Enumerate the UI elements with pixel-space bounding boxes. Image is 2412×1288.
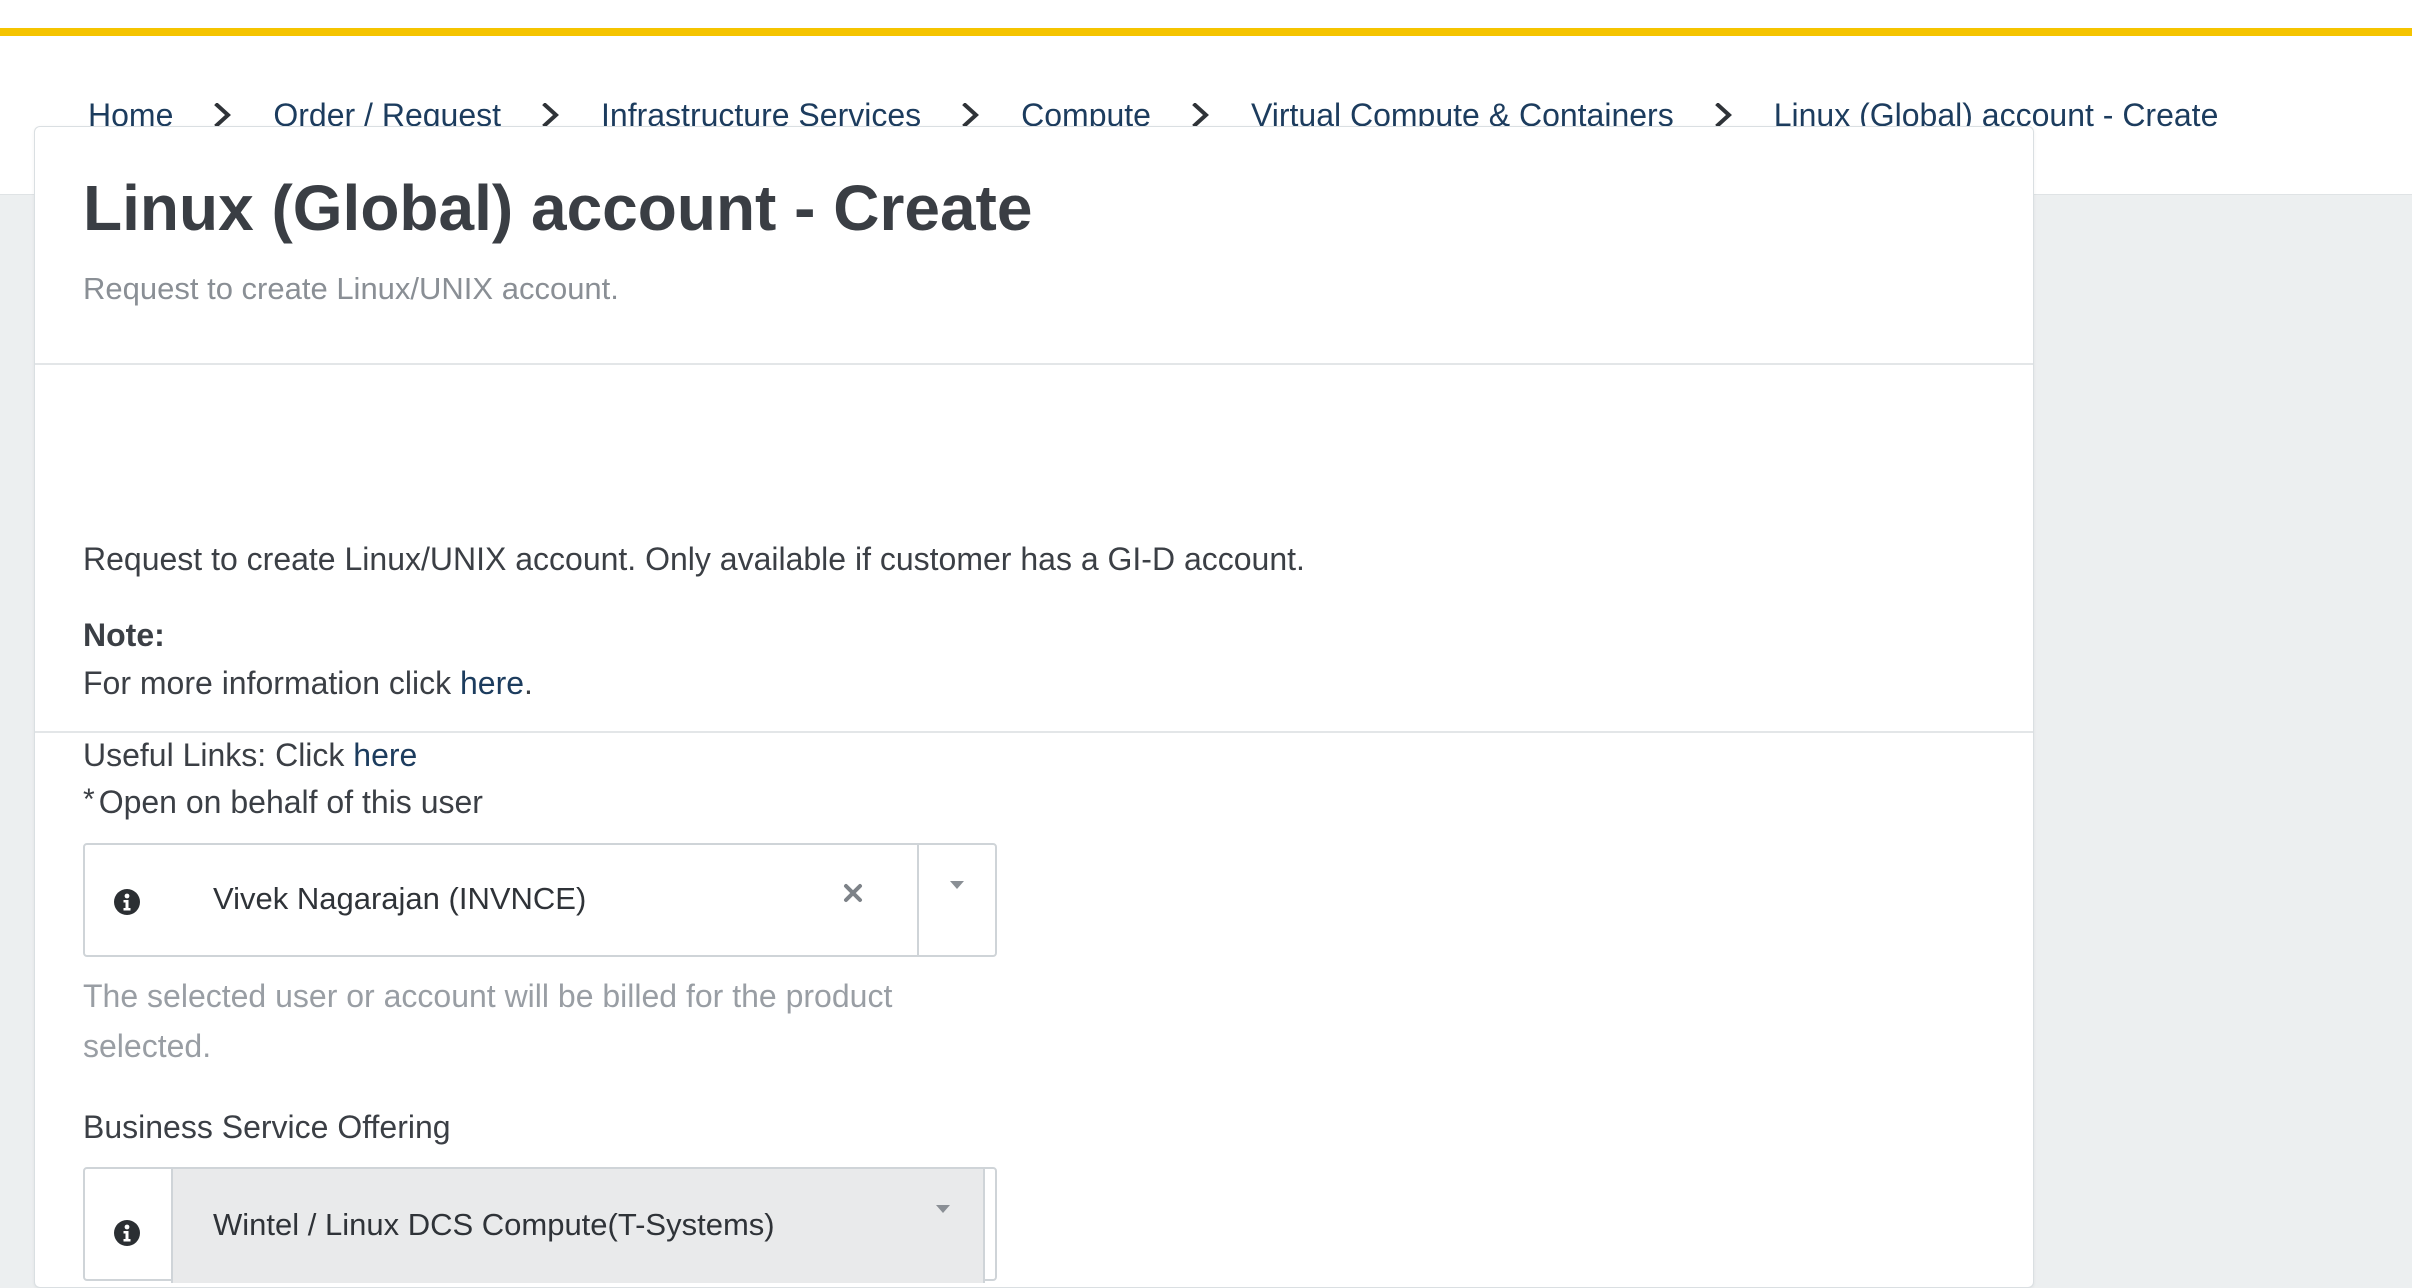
note-label: Note: [83,617,165,653]
business-service-field[interactable]: Wintel / Linux DCS Compute(T-Systems) [171,1169,985,1283]
close-icon[interactable] [833,873,873,913]
business-service-label: Business Service Offering [83,1109,451,1145]
info-icon [114,889,140,915]
behalf-label-text: Open on behalf of this user [98,784,483,820]
behalf-user-select[interactable]: Vivek Nagarajan (INVNCE) [83,843,997,957]
request-card: Linux (Global) account - Create Request … [34,126,2034,1288]
accent-bar [0,28,2412,36]
caret-down-icon[interactable] [903,1169,983,1249]
more-info-link[interactable]: here [460,665,524,701]
useful-links-link[interactable]: here [353,737,417,773]
description-text: Request to create Linux/UNIX account. On… [83,541,1305,577]
card-header: Linux (Global) account - Create Request … [35,127,2033,365]
behalf-user-value: Vivek Nagarajan (INVNCE) [213,881,587,916]
page-subtitle: Request to create Linux/UNIX account. [83,271,619,306]
business-service-value: Wintel / Linux DCS Compute(T-Systems) [213,1207,775,1242]
business-service-select[interactable]: Wintel / Linux DCS Compute(T-Systems) [83,1167,997,1283]
info-icon [114,1220,140,1246]
behalf-help-text: The selected user or account will be bil… [83,978,893,1064]
more-info-suffix: . [524,665,533,701]
useful-links-prefix: Useful Links: Click [83,737,354,773]
page-title: Linux (Global) account - Create [83,172,1033,244]
description-section: Request to create Linux/UNIX account. On… [35,365,2033,773]
behalf-label: * Open on behalf of this user [83,783,483,821]
required-mark: * [83,783,95,816]
more-info-prefix: For more information click [83,665,460,701]
top-bar [0,0,2412,28]
more-info-line: For more information click here. [83,665,533,702]
useful-links-line: Useful Links: Click here [83,737,417,774]
caret-down-icon[interactable] [917,845,997,925]
